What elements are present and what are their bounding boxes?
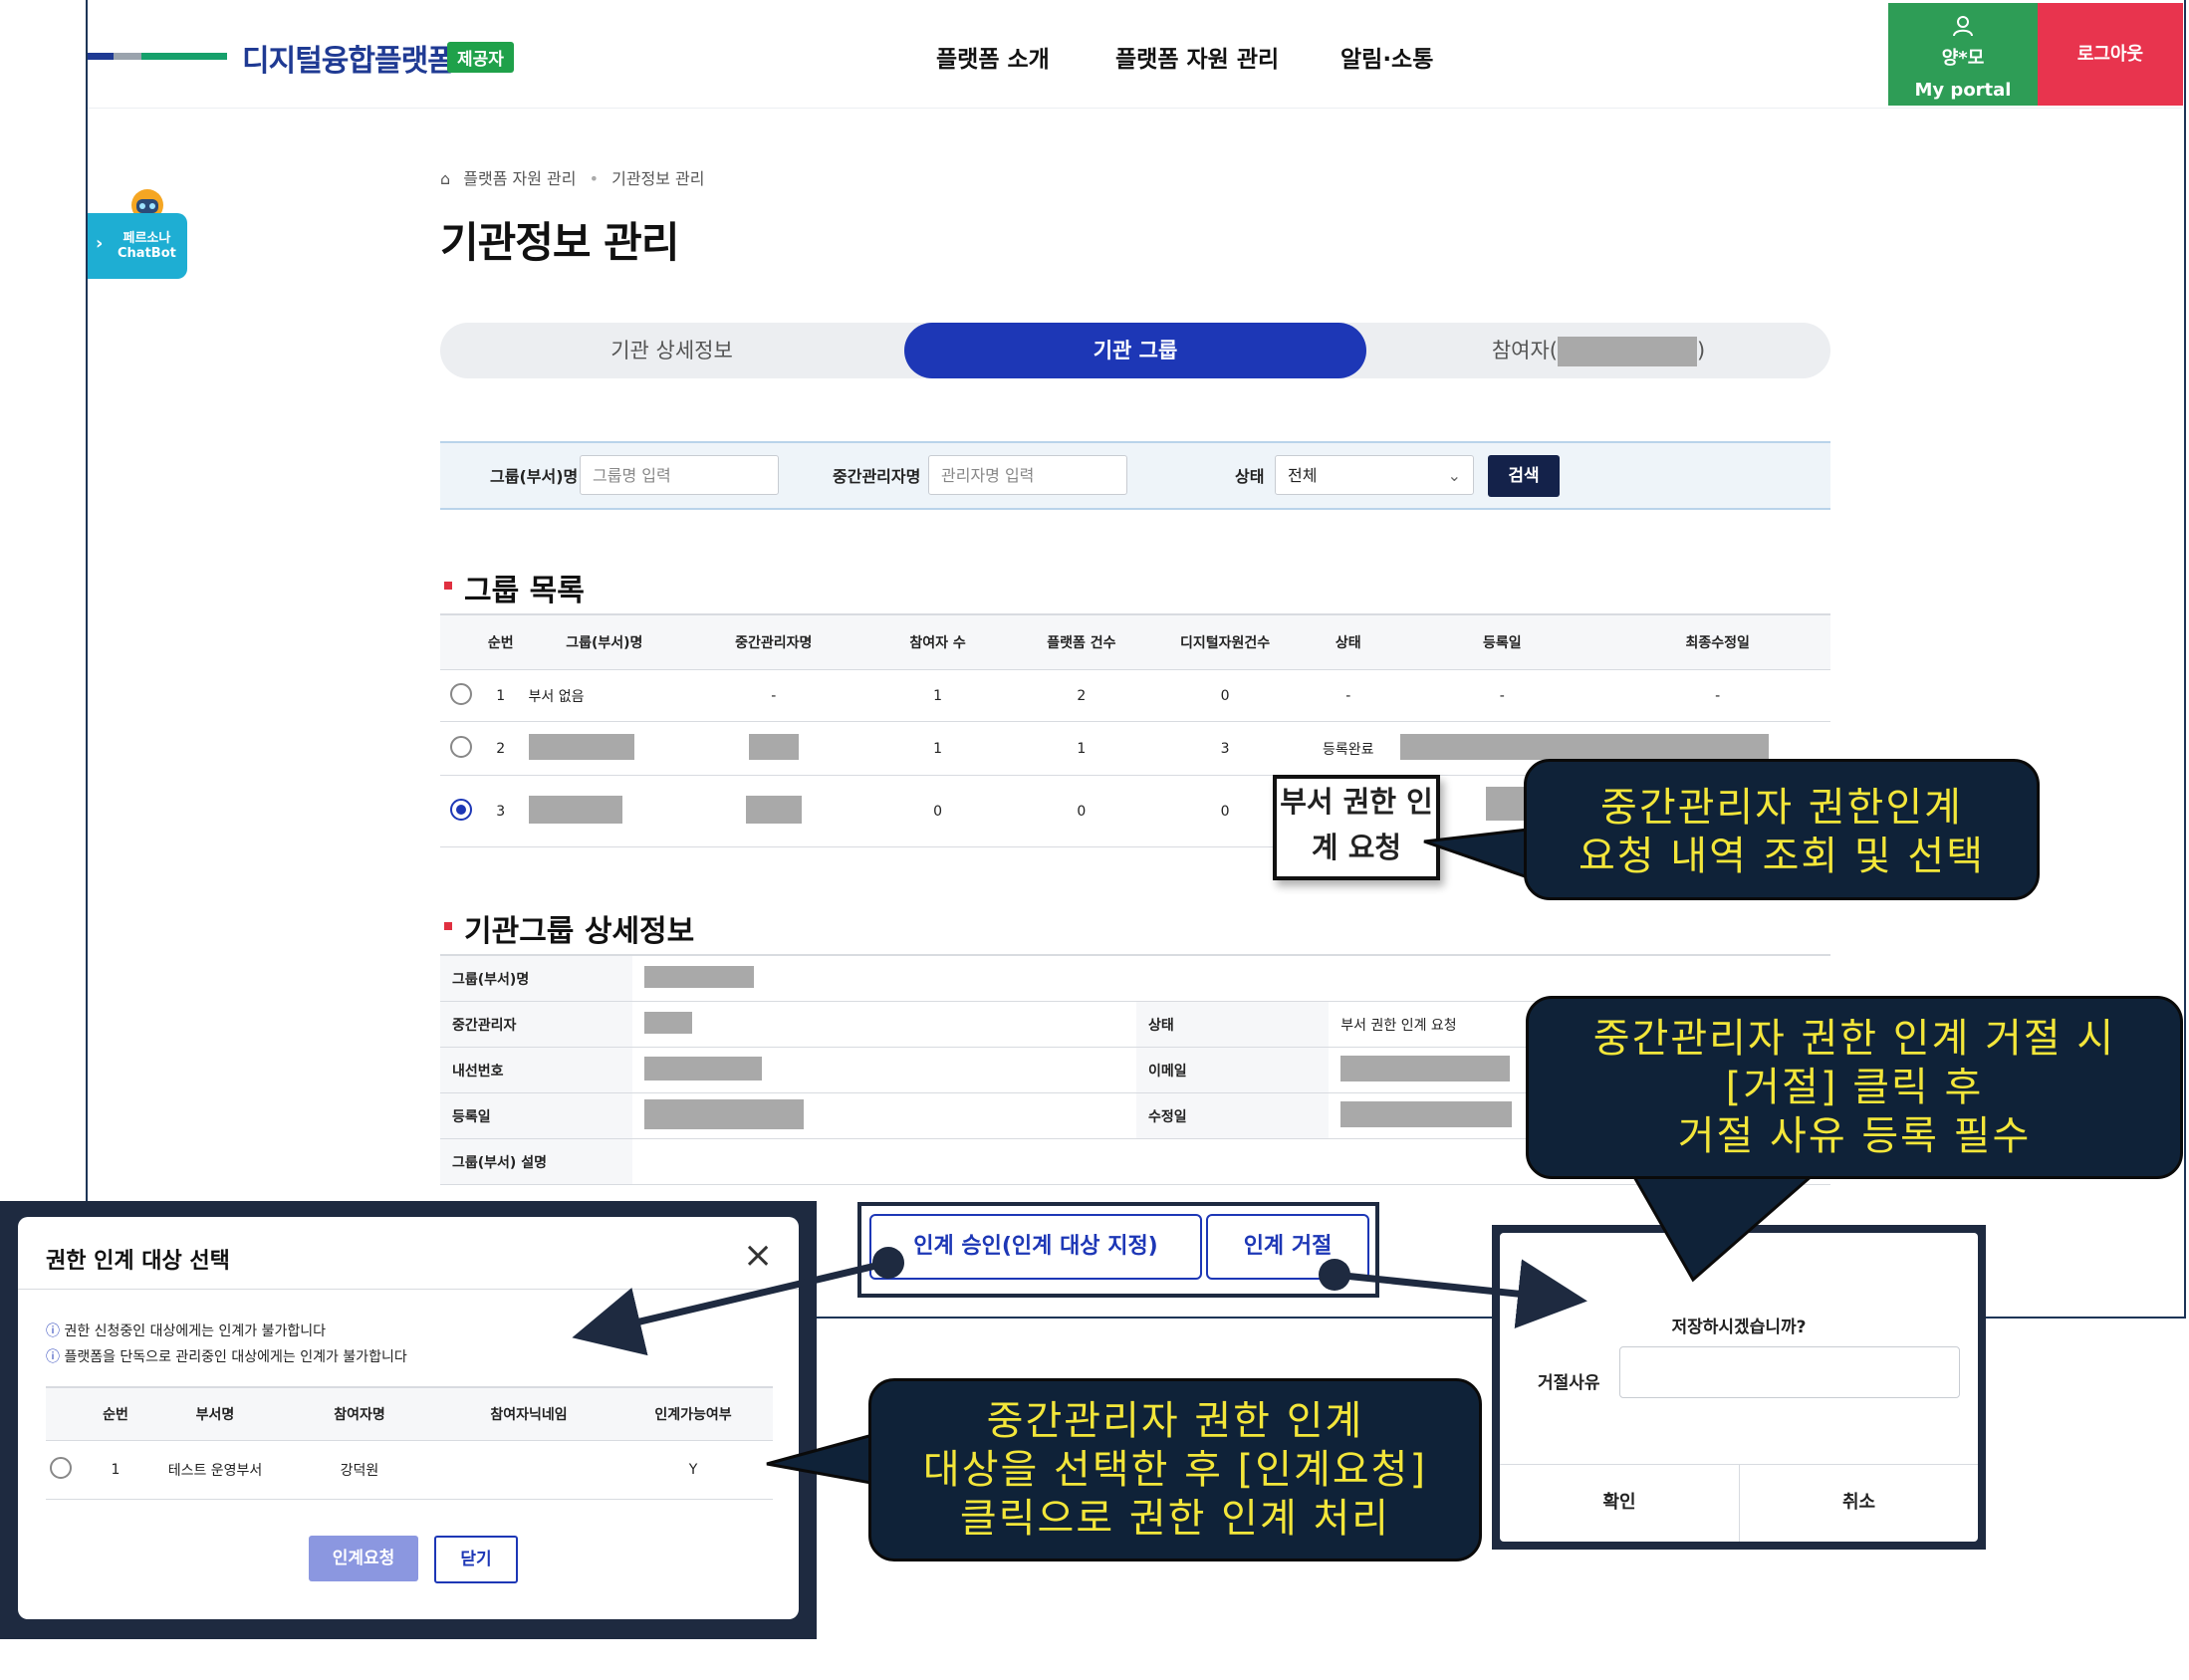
callout-line: [거절] 클릭 후 bbox=[1725, 1065, 1984, 1110]
callout-line: 대상을 선택한 후 [인계요청] bbox=[922, 1447, 1428, 1493]
arrow-to-modal bbox=[572, 1259, 889, 1356]
arrow-to-dialog bbox=[1334, 1259, 1587, 1329]
callout-line: 중간관리자 권한 인계 bbox=[986, 1398, 1364, 1444]
callout-reject: 중간관리자 권한 인계 거절 시 [거절] 클릭 후 거절 사유 등록 필수 bbox=[1526, 996, 2183, 1179]
callout-line: 클릭으로 권한 인계 처리 bbox=[959, 1496, 1391, 1542]
callout-tail bbox=[766, 1432, 878, 1486]
callout-line: 요청 내역 조회 및 선택 bbox=[1578, 834, 1986, 879]
arrow-origin-dot bbox=[1319, 1259, 1350, 1291]
callout-handover: 중간관리자 권한 인계 대상을 선택한 후 [인계요청] 클릭으로 권한 인계 … bbox=[868, 1378, 1482, 1561]
callout-line: 중간관리자 권한인계 bbox=[1600, 785, 1963, 831]
callout-line: 거절 사유 등록 필수 bbox=[1677, 1113, 2032, 1159]
arrow-origin-dot bbox=[872, 1247, 904, 1279]
callout-line: 중간관리자 권한 인계 거절 시 bbox=[1592, 1016, 2116, 1062]
callout-request-list: 중간관리자 권한인계 요청 내역 조회 및 선택 bbox=[1524, 759, 2040, 900]
callout-tail bbox=[1630, 1173, 1817, 1283]
